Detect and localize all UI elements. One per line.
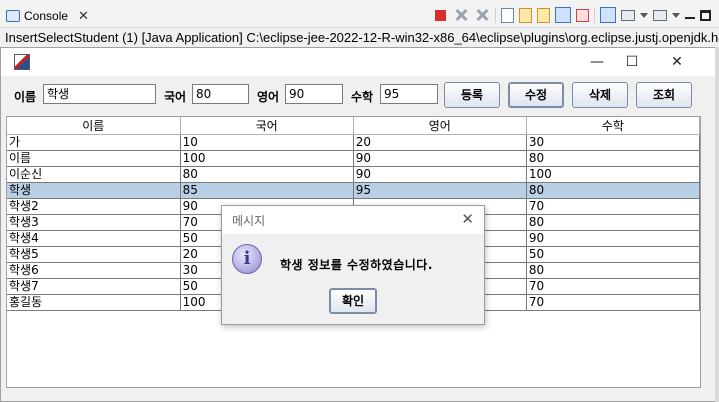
cell-name[interactable]: 학생7	[7, 278, 181, 295]
cell-math[interactable]: 80	[526, 214, 701, 231]
console-view-header: Console ✕	[0, 0, 719, 28]
cell-name[interactable]: 이순신	[7, 166, 181, 183]
cell-name[interactable]: 홍길동	[7, 294, 181, 311]
cell-korean[interactable]: 100	[180, 150, 354, 167]
cell-math[interactable]: 80	[526, 150, 701, 167]
column-header-name[interactable]: 이름	[7, 117, 181, 135]
cell-name[interactable]: 가	[7, 134, 181, 151]
console-toolbar	[433, 6, 711, 24]
delete-button[interactable]: 삭제	[572, 82, 628, 108]
math-score-input[interactable]: 95	[380, 84, 438, 104]
console-tab-label: Console	[24, 9, 69, 23]
console-icon	[6, 10, 20, 22]
search-button[interactable]: 조회	[636, 82, 692, 108]
cell-math[interactable]: 90	[526, 230, 701, 247]
cell-english[interactable]: 90	[353, 150, 527, 167]
modify-button[interactable]: 수정	[508, 82, 564, 108]
show-console-on-output-icon[interactable]	[555, 7, 571, 23]
maximize-icon[interactable]: ☐	[618, 52, 646, 72]
cell-math[interactable]: 70	[526, 198, 701, 215]
cell-korean[interactable]: 80	[180, 166, 354, 183]
cell-math[interactable]: 70	[526, 294, 701, 311]
minimize-icon[interactable]	[685, 17, 695, 19]
cell-korean[interactable]: 85	[180, 182, 354, 199]
java-app-icon	[14, 54, 30, 70]
math-label: 수학	[351, 90, 374, 104]
close-icon[interactable]: ✕	[461, 210, 474, 228]
display-selected-console-icon[interactable]	[621, 9, 635, 21]
chevron-down-icon[interactable]	[672, 12, 680, 18]
cell-name[interactable]: 학생3	[7, 214, 181, 231]
cell-korean[interactable]: 10	[180, 134, 354, 151]
remove-all-launches-icon[interactable]	[474, 7, 490, 23]
cell-english[interactable]: 90	[353, 166, 527, 183]
maximize-icon[interactable]	[700, 9, 711, 21]
table-row[interactable]: 이름 100 90 80	[7, 150, 701, 167]
scroll-lock-icon[interactable]	[519, 7, 532, 23]
cell-math[interactable]: 80	[526, 182, 701, 199]
cell-math[interactable]: 50	[526, 246, 701, 263]
cell-name[interactable]: 학생5	[7, 246, 181, 263]
minimize-icon[interactable]: —	[583, 52, 611, 72]
cell-name[interactable]: 학생2	[7, 198, 181, 215]
console-tab[interactable]: Console ✕	[6, 6, 98, 26]
korean-score-input[interactable]: 80	[192, 84, 249, 104]
eclipse-scroll-edge	[715, 47, 719, 402]
toolbar-separator	[495, 7, 496, 23]
cell-name[interactable]: 학생4	[7, 230, 181, 247]
cell-math[interactable]: 30	[526, 134, 701, 151]
clear-console-icon[interactable]	[501, 7, 514, 23]
chevron-down-icon[interactable]	[640, 12, 648, 18]
name-label: 이름	[14, 90, 37, 104]
column-header-english[interactable]: 영어	[353, 117, 527, 135]
cell-english[interactable]: 95	[353, 182, 527, 199]
cell-name[interactable]: 학생6	[7, 262, 181, 279]
toolbar-separator	[594, 7, 595, 23]
table-header-row: 이름 국어 영어 수학	[7, 117, 701, 135]
show-console-on-error-icon[interactable]	[576, 8, 589, 22]
cell-math[interactable]: 70	[526, 278, 701, 295]
cell-name[interactable]: 학생	[7, 182, 181, 199]
cell-math[interactable]: 80	[526, 262, 701, 279]
table-row-selected[interactable]: 학생 85 95 80	[7, 182, 701, 199]
dialog-message: 학생 정보를 수정하였습니다.	[280, 258, 433, 272]
remove-launch-icon[interactable]	[453, 7, 469, 23]
name-input[interactable]: 학생	[43, 84, 156, 104]
english-score-input[interactable]: 90	[285, 84, 343, 104]
english-label: 영어	[257, 90, 280, 104]
ok-button[interactable]: 확인	[329, 288, 377, 314]
table-row[interactable]: 이순신 80 90 100	[7, 166, 701, 183]
message-dialog: 메시지 ✕ i 학생 정보를 수정하였습니다. 확인	[221, 205, 485, 325]
dialog-title: 메시지	[232, 214, 266, 228]
open-console-icon[interactable]	[653, 9, 667, 21]
dialog-title-bar: 메시지 ✕	[222, 206, 484, 234]
cell-name[interactable]: 이름	[7, 150, 181, 167]
korean-label: 국어	[164, 90, 187, 104]
window-title-bar: — ☐ ✕	[1, 48, 718, 76]
info-icon: i	[232, 244, 262, 274]
terminate-icon[interactable]	[435, 9, 446, 21]
column-header-korean[interactable]: 국어	[180, 117, 354, 135]
cell-math[interactable]: 100	[526, 166, 701, 183]
cell-english[interactable]: 20	[353, 134, 527, 151]
student-form: 이름 학생 국어 80 영어 90 수학 95 등록 수정 삭제 조회	[1, 76, 718, 114]
console-launch-path: InsertSelectStudent (1) [Java Applicatio…	[5, 30, 719, 45]
table-row[interactable]: 가 10 20 30	[7, 134, 701, 151]
register-button[interactable]: 등록	[444, 82, 500, 108]
pin-console-icon[interactable]	[600, 7, 616, 23]
column-header-math[interactable]: 수학	[526, 117, 701, 135]
word-wrap-icon[interactable]	[537, 7, 550, 23]
close-icon[interactable]: ✕	[78, 9, 89, 24]
close-icon[interactable]: ✕	[663, 52, 691, 72]
